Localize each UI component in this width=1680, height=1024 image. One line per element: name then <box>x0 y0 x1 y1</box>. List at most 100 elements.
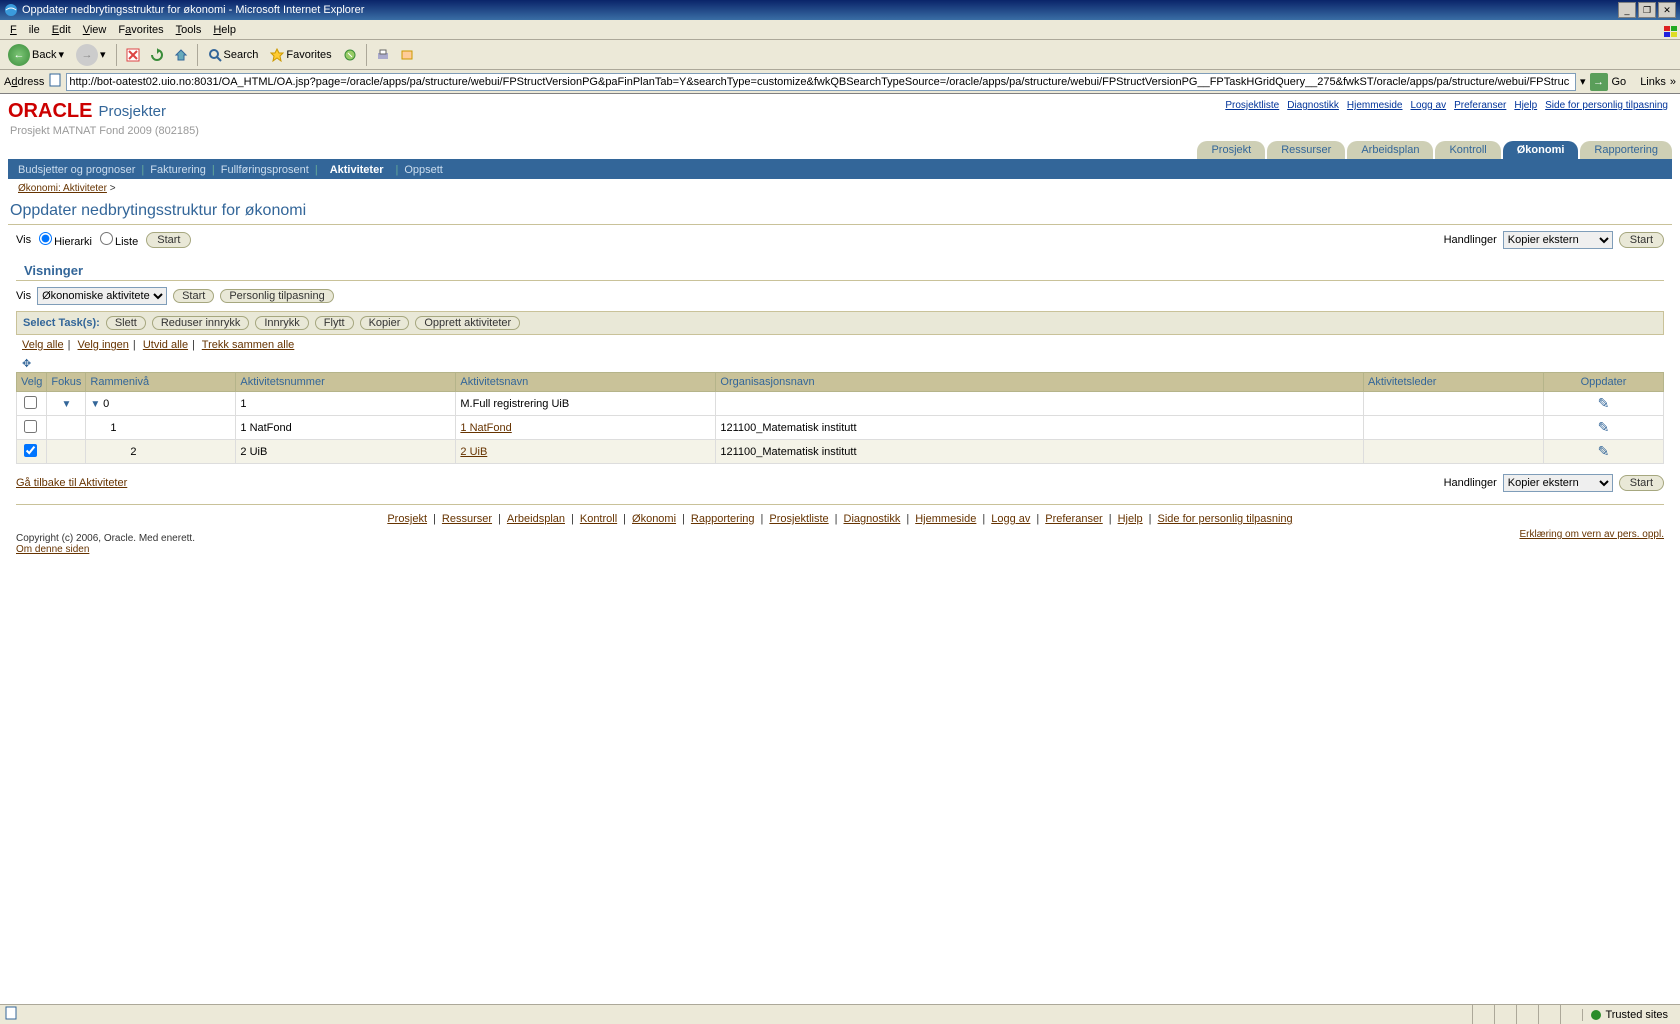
handlinger-select[interactable]: Kopier ekstern <box>1503 231 1613 249</box>
header-link-side-for-personlig-tilpasning[interactable]: Side for personlig tilpasning <box>1545 100 1668 111</box>
expand-icon[interactable]: ▼ <box>90 399 103 410</box>
minimize-button[interactable]: _ <box>1618 2 1636 18</box>
tab-kontroll[interactable]: Kontroll <box>1435 141 1500 159</box>
handlinger-start-button-bottom[interactable]: Start <box>1619 475 1664 491</box>
footer-link-preferanser[interactable]: Preferanser <box>1045 513 1102 525</box>
aktivitetsnavn-link[interactable]: 1 NatFond <box>460 422 511 434</box>
subtab-budsjetter-og-prognoser[interactable]: Budsjetter og prognoser <box>18 164 135 176</box>
velg-ingen-link[interactable]: Velg ingen <box>78 339 129 351</box>
subtab-oppsett[interactable]: Oppsett <box>404 164 443 176</box>
about-link[interactable]: Om denne siden <box>16 544 89 555</box>
collapse-icon[interactable]: ▼ <box>61 399 71 410</box>
handlinger-start-button[interactable]: Start <box>1619 232 1664 248</box>
pencil-icon[interactable]: ✎ <box>1598 395 1610 411</box>
tab-rapportering[interactable]: Rapportering <box>1580 141 1672 159</box>
menu-favorites[interactable]: Favorites <box>112 22 169 38</box>
home-button[interactable] <box>171 45 191 65</box>
back-button[interactable]: ← Back ▾ <box>4 42 68 68</box>
address-dropdown-icon[interactable]: ▾ <box>1580 75 1586 88</box>
breadcrumb-link[interactable]: Økonomi: Aktiviteter <box>18 183 107 194</box>
col-org[interactable]: Organisasjonsnavn <box>716 373 1364 392</box>
visninger-start-button[interactable]: Start <box>173 289 214 303</box>
trekk-sammen-link[interactable]: Trekk sammen alle <box>202 339 295 351</box>
header-link-hjemmeside[interactable]: Hjemmeside <box>1347 100 1403 111</box>
innrykk-button[interactable]: Innrykk <box>255 316 308 330</box>
footer-link-arbeidsplan[interactable]: Arbeidsplan <box>507 513 565 525</box>
menu-help[interactable]: Help <box>207 22 242 38</box>
mail-button[interactable] <box>397 45 417 65</box>
select-tasks-label: Select Task(s): <box>23 317 100 329</box>
back-link[interactable]: Gå tilbake til Aktiviteter <box>16 477 127 489</box>
forward-button[interactable]: →▾ <box>72 42 110 68</box>
restore-button[interactable]: ❐ <box>1638 2 1656 18</box>
statusbar: Trusted sites <box>0 1004 1680 1024</box>
reduser-innrykk-button[interactable]: Reduser innrykk <box>152 316 249 330</box>
header-link-preferanser[interactable]: Preferanser <box>1454 100 1506 111</box>
menu-view[interactable]: View <box>77 22 113 38</box>
stop-button[interactable] <box>123 45 143 65</box>
subtab-fakturering[interactable]: Fakturering <box>150 164 206 176</box>
go-button[interactable]: → <box>1590 73 1608 91</box>
footer-link-logg-av[interactable]: Logg av <box>991 513 1030 525</box>
tab-ressurser[interactable]: Ressurser <box>1267 141 1345 159</box>
history-button[interactable] <box>340 45 360 65</box>
subtab-aktiviteter[interactable]: Aktiviteter <box>324 164 390 176</box>
header-link-diagnostikk[interactable]: Diagnostikk <box>1287 100 1339 111</box>
vis-liste-radio[interactable]: Liste <box>100 232 138 248</box>
header-link-logg-av[interactable]: Logg av <box>1411 100 1447 111</box>
favorites-button[interactable]: Favorites <box>266 46 335 64</box>
footer-link-prosjektliste[interactable]: Prosjektliste <box>769 513 828 525</box>
footer-link-side-for-personlig-tilpasning[interactable]: Side for personlig tilpasning <box>1158 513 1293 525</box>
pencil-icon[interactable]: ✎ <box>1598 443 1610 459</box>
footer-link-diagnostikk[interactable]: Diagnostikk <box>844 513 901 525</box>
vis-start-button[interactable]: Start <box>146 232 191 248</box>
tab-arbeidsplan[interactable]: Arbeidsplan <box>1347 141 1433 159</box>
flytt-button[interactable]: Flytt <box>315 316 354 330</box>
close-window-button[interactable]: ✕ <box>1658 2 1676 18</box>
links-label[interactable]: Links <box>1640 76 1666 88</box>
slett-button[interactable]: Slett <box>106 316 146 330</box>
refresh-button[interactable] <box>147 45 167 65</box>
col-nummer[interactable]: Aktivitetsnummer <box>236 373 456 392</box>
aktivitetsnavn-link[interactable]: 2 UiB <box>460 446 487 458</box>
col-navn[interactable]: Aktivitetsnavn <box>456 373 716 392</box>
footer-link-hjelp[interactable]: Hjelp <box>1118 513 1143 525</box>
footer-link-rapportering[interactable]: Rapportering <box>691 513 755 525</box>
kopier-button[interactable]: Kopier <box>360 316 410 330</box>
page-title: Oppdater nedbrytingsstruktur for økonomi <box>8 198 1672 222</box>
menu-tools[interactable]: Tools <box>170 22 208 38</box>
footer-link-hjemmeside[interactable]: Hjemmeside <box>915 513 976 525</box>
privacy-link[interactable]: Erklæring om vern av pers. oppl. <box>1519 529 1664 540</box>
pencil-icon[interactable]: ✎ <box>1598 419 1610 435</box>
header-link-prosjektliste[interactable]: Prosjektliste <box>1225 100 1279 111</box>
footer-link-ressurser[interactable]: Ressurser <box>442 513 492 525</box>
address-input[interactable] <box>66 73 1576 91</box>
velg-alle-link[interactable]: Velg alle <box>22 339 64 351</box>
row-select-checkbox[interactable] <box>24 396 37 409</box>
col-fokus[interactable]: Fokus <box>47 373 86 392</box>
col-velg[interactable]: Velg <box>17 373 47 392</box>
footer-link-økonomi[interactable]: Økonomi <box>632 513 676 525</box>
menu-edit[interactable]: Edit <box>46 22 77 38</box>
subtab-fullføringsprosent[interactable]: Fullføringsprosent <box>221 164 309 176</box>
tab-prosjekt[interactable]: Prosjekt <box>1197 141 1265 159</box>
row-select-checkbox[interactable] <box>24 444 37 457</box>
tilpasning-button[interactable]: Personlig tilpasning <box>220 289 333 303</box>
utvid-alle-link[interactable]: Utvid alle <box>143 339 188 351</box>
col-ramme[interactable]: Rammenivå <box>86 373 236 392</box>
row-select-checkbox[interactable] <box>24 420 37 433</box>
col-oppdater[interactable]: Oppdater <box>1544 373 1664 392</box>
print-button[interactable] <box>373 45 393 65</box>
opprett-button[interactable]: Opprett aktiviteter <box>415 316 520 330</box>
visninger-select[interactable]: Økonomiske aktiviteter <box>37 287 167 305</box>
search-button[interactable]: Search <box>204 46 263 64</box>
footer-link-prosjekt[interactable]: Prosjekt <box>387 513 427 525</box>
menu-file[interactable]: File <box>4 22 46 38</box>
footer-link-kontroll[interactable]: Kontroll <box>580 513 617 525</box>
col-leder[interactable]: Aktivitetsleder <box>1364 373 1544 392</box>
tab-økonomi[interactable]: Økonomi <box>1503 141 1579 159</box>
handlinger-select-bottom[interactable]: Kopier ekstern <box>1503 474 1613 492</box>
header-link-hjelp[interactable]: Hjelp <box>1514 100 1537 111</box>
vis-hierarki-radio[interactable]: Hierarki <box>39 232 92 248</box>
ramme-value: 0 <box>103 398 109 410</box>
